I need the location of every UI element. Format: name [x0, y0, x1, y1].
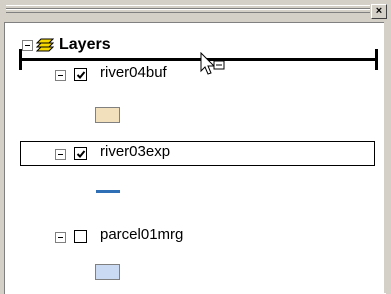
layer-visibility-checkbox[interactable]: [74, 68, 87, 81]
fill-symbol-swatch[interactable]: [95, 264, 120, 280]
dock-title-bar[interactable]: ×: [0, 0, 391, 22]
title-grip[interactable]: [6, 5, 370, 13]
drop-indicator-right: [375, 49, 378, 70]
collapse-layers-toggle[interactable]: [22, 40, 33, 51]
panel-border: [384, 22, 387, 293]
layers-icon: [35, 38, 55, 53]
checkmark-icon: [76, 71, 86, 79]
collapse-layer-toggle[interactable]: [55, 149, 66, 160]
line-symbol[interactable]: [96, 190, 120, 193]
data-frame-label[interactable]: Layers: [59, 36, 111, 54]
close-icon: ×: [375, 5, 383, 17]
layer-name[interactable]: river03exp: [100, 143, 170, 160]
collapse-layer-toggle[interactable]: [55, 232, 66, 243]
fill-symbol-swatch[interactable]: [95, 107, 120, 123]
collapse-layer-toggle[interactable]: [55, 70, 66, 81]
close-button[interactable]: ×: [371, 4, 387, 19]
layer-visibility-checkbox[interactable]: [74, 147, 87, 160]
layer-name[interactable]: parcel01mrg: [100, 226, 183, 243]
layer-visibility-checkbox[interactable]: [74, 230, 87, 243]
checkmark-icon: [76, 150, 86, 158]
layer-name[interactable]: river04buf: [100, 64, 167, 81]
move-cursor-icon: [199, 51, 235, 87]
